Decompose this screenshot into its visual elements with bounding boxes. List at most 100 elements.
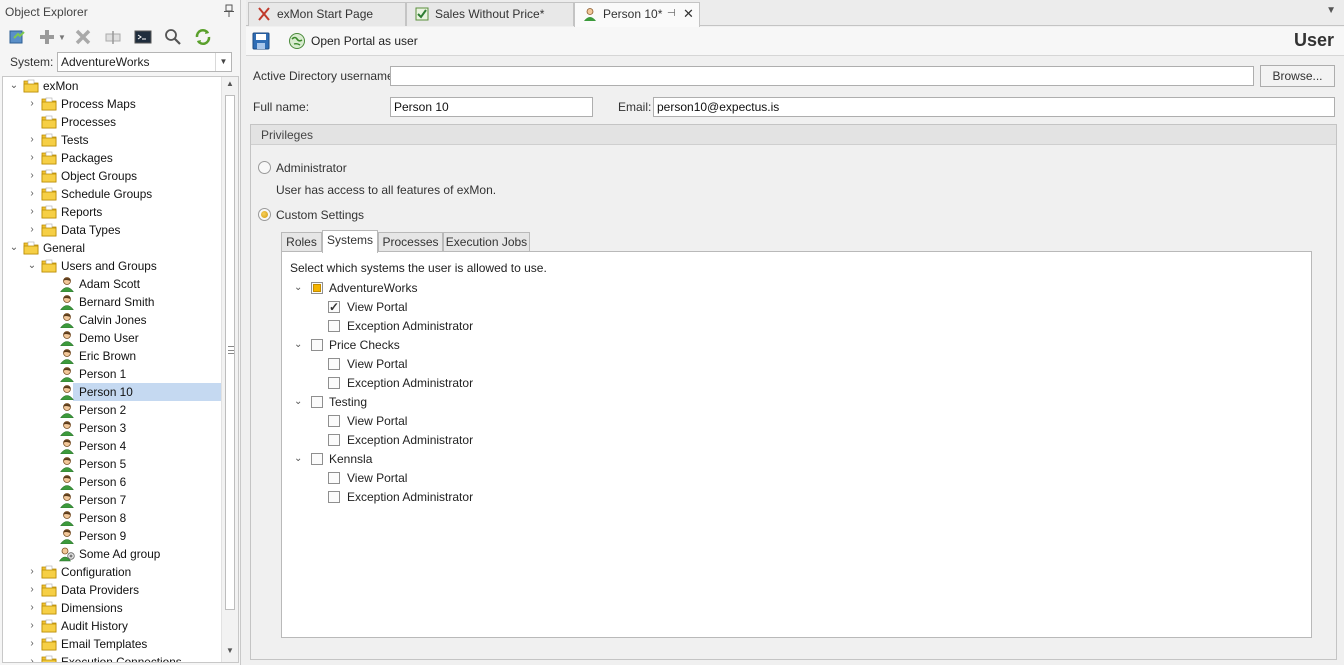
exception-admin-checkbox[interactable]	[328, 491, 340, 503]
tab-roles[interactable]: Roles	[281, 232, 322, 253]
exception-admin-checkbox[interactable]	[328, 320, 340, 332]
add-button[interactable]	[34, 26, 60, 48]
exception-admin-row[interactable]: Exception Administrator	[328, 488, 628, 506]
chevron-down-icon[interactable]: ⌄	[294, 336, 304, 354]
administrator-radio[interactable]	[258, 161, 271, 174]
exception-admin-checkbox[interactable]	[328, 377, 340, 389]
chevron-down-icon[interactable]: ⌄	[294, 279, 304, 297]
system-node[interactable]: ⌄ Testing	[294, 393, 594, 411]
email-input[interactable]: person10@expectus.is	[653, 97, 1335, 117]
chevron-right-icon[interactable]: ›	[27, 221, 37, 239]
tree-node[interactable]: › Configuration	[3, 563, 221, 581]
fullname-input[interactable]: Person 10	[390, 97, 593, 117]
chevron-right-icon[interactable]: ›	[27, 617, 37, 635]
chevron-right-icon[interactable]: ›	[27, 203, 37, 221]
exception-admin-row[interactable]: Exception Administrator	[328, 374, 628, 392]
administrator-label[interactable]: Administrator	[276, 161, 347, 175]
delete-button[interactable]	[70, 26, 96, 48]
tab-processes[interactable]: Processes	[378, 232, 443, 253]
chevron-right-icon[interactable]: ›	[27, 581, 37, 599]
tree-node[interactable]: ⌄ Users and Groups	[3, 257, 221, 275]
close-tab-icon[interactable]: ✕	[683, 3, 694, 25]
tree-node[interactable]: › Object Groups	[3, 167, 221, 185]
tree-node[interactable]: Person 4	[3, 437, 221, 455]
chevron-right-icon[interactable]: ›	[27, 149, 37, 167]
tree-scrollbar[interactable]: ▲ ▼	[221, 77, 238, 662]
chevron-down-icon[interactable]: ⌄	[9, 77, 19, 95]
tree-node[interactable]: Calvin Jones	[3, 311, 221, 329]
chevron-right-icon[interactable]: ›	[27, 599, 37, 617]
tree-node[interactable]: Person 1	[3, 365, 221, 383]
view-portal-row[interactable]: View Portal	[328, 412, 628, 430]
save-icon[interactable]	[252, 32, 270, 50]
view-portal-checkbox[interactable]	[328, 298, 340, 316]
system-checkbox[interactable]	[311, 282, 323, 294]
tree-node[interactable]: Processes	[3, 113, 221, 131]
ad-username-input[interactable]	[390, 66, 1254, 86]
chevron-down-icon[interactable]: ⌄	[294, 450, 304, 468]
console-button[interactable]	[130, 26, 156, 48]
tree-node[interactable]: › Tests	[3, 131, 221, 149]
tree-node[interactable]: Some Ad group	[3, 545, 221, 563]
view-portal-checkbox[interactable]	[328, 358, 340, 370]
view-portal-checkbox[interactable]	[328, 472, 340, 484]
view-portal-row[interactable]: View Portal	[328, 469, 628, 487]
system-checkbox[interactable]	[311, 453, 323, 465]
search-button[interactable]	[160, 26, 186, 48]
tree-node[interactable]: Person 2	[3, 401, 221, 419]
tree-node[interactable]: › Execution Connections	[3, 653, 221, 662]
system-node[interactable]: ⌄ AdventureWorks	[294, 279, 594, 297]
tab-person-10[interactable]: Person 10* ⊣ ✕	[574, 2, 700, 27]
tab-sales-without-price[interactable]: Sales Without Price*	[406, 2, 574, 26]
chevron-right-icon[interactable]: ›	[27, 653, 37, 662]
system-node[interactable]: ⌄ Price Checks	[294, 336, 594, 354]
tree-node[interactable]: Demo User	[3, 329, 221, 347]
tree-node[interactable]: › Dimensions	[3, 599, 221, 617]
view-portal-row[interactable]: View Portal	[328, 298, 628, 316]
tab-systems[interactable]: Systems	[322, 230, 378, 253]
rename-button[interactable]	[100, 26, 126, 48]
add-dropdown-icon[interactable]: ▼	[58, 33, 66, 42]
tree-node[interactable]: Person 8	[3, 509, 221, 527]
system-select[interactable]: AdventureWorks ▼	[57, 52, 232, 72]
refresh-button[interactable]	[4, 26, 30, 48]
custom-settings-label[interactable]: Custom Settings	[276, 208, 364, 222]
chevron-down-icon[interactable]: ⌄	[27, 257, 37, 275]
tab-exmon-start-page[interactable]: exMon Start Page	[248, 2, 406, 26]
scroll-up-icon[interactable]: ▲	[222, 79, 238, 93]
chevron-right-icon[interactable]: ›	[27, 131, 37, 149]
pin-icon[interactable]	[224, 4, 234, 18]
system-checkbox[interactable]	[311, 339, 323, 351]
tree-node[interactable]: Person 5	[3, 455, 221, 473]
tree-node[interactable]: › Reports	[3, 203, 221, 221]
tree-node[interactable]: › Packages	[3, 149, 221, 167]
chevron-right-icon[interactable]: ›	[27, 635, 37, 653]
chevron-right-icon[interactable]: ›	[27, 167, 37, 185]
chevron-down-icon[interactable]: ⌄	[294, 393, 304, 411]
tree-node[interactable]: › Process Maps	[3, 95, 221, 113]
chevron-down-icon[interactable]: ▼	[215, 53, 231, 71]
tree-node[interactable]: Adam Scott	[3, 275, 221, 293]
tree-node[interactable]: ⌄ General	[3, 239, 221, 257]
chevron-right-icon[interactable]: ›	[27, 563, 37, 581]
tree-node[interactable]: › Schedule Groups	[3, 185, 221, 203]
pin-tab-icon[interactable]: ⊣	[667, 3, 676, 25]
tree-node[interactable]: › Email Templates	[3, 635, 221, 653]
tree-node[interactable]: › Audit History	[3, 617, 221, 635]
system-node[interactable]: ⌄ Kennsla	[294, 450, 594, 468]
system-checkbox[interactable]	[311, 396, 323, 408]
view-portal-row[interactable]: View Portal	[328, 355, 628, 373]
open-portal-button[interactable]: Open Portal as user	[288, 31, 418, 51]
tree-node[interactable]: Person 7	[3, 491, 221, 509]
tree-node[interactable]: › Data Providers	[3, 581, 221, 599]
tab-list-chevron-icon[interactable]: ▼	[1326, 5, 1336, 16]
chevron-down-icon[interactable]: ⌄	[9, 239, 19, 257]
tree-node[interactable]: Person 3	[3, 419, 221, 437]
tree-node[interactable]: Person 10	[59, 383, 221, 401]
exception-admin-row[interactable]: Exception Administrator	[328, 431, 628, 449]
exception-admin-row[interactable]: Exception Administrator	[328, 317, 628, 335]
view-portal-checkbox[interactable]	[328, 415, 340, 427]
scroll-down-icon[interactable]: ▼	[222, 646, 238, 660]
tree-node[interactable]: ⌄ exMon	[3, 77, 221, 95]
tree-node[interactable]: Bernard Smith	[3, 293, 221, 311]
